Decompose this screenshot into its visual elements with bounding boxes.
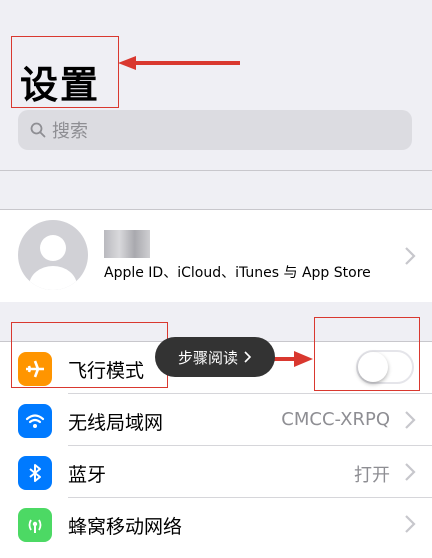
step-reading-tooltip[interactable]: 步骤阅读	[155, 337, 275, 377]
chevron-right-icon	[244, 351, 252, 363]
account-name-redacted	[104, 230, 150, 258]
search-bar[interactable]: 搜索	[18, 110, 412, 150]
list-item-wifi[interactable]: 无线局域网 CMCC-XRPQ	[0, 394, 432, 446]
chevron-right-icon	[405, 247, 416, 265]
annotation-box-toggle	[314, 317, 420, 391]
divider	[0, 170, 432, 171]
chevron-right-icon	[405, 515, 416, 533]
cellular-label: 蜂窝移动网络	[68, 516, 183, 538]
bluetooth-label: 蓝牙	[68, 464, 107, 486]
annotation-arrow-title	[118, 56, 240, 70]
chevron-right-icon	[405, 463, 416, 481]
apple-id-subtitle: Apple ID、iCloud、iTunes 与 App Store	[104, 265, 371, 281]
list-item-cellular[interactable]: 蜂窝移动网络	[0, 498, 432, 550]
cellular-icon	[18, 508, 52, 542]
wifi-icon	[18, 404, 52, 438]
tooltip-label: 步骤阅读	[177, 348, 238, 367]
search-placeholder: 搜索	[52, 121, 88, 142]
annotation-box-title	[11, 36, 119, 108]
wifi-label: 无线局域网	[68, 412, 164, 434]
bluetooth-icon	[18, 456, 52, 490]
apple-id-row[interactable]: Apple ID、iCloud、iTunes 与 App Store	[0, 210, 432, 302]
avatar	[18, 220, 88, 290]
chevron-right-icon	[405, 411, 416, 429]
annotation-arrow-toggle	[270, 351, 313, 367]
wifi-value: CMCC-XRPQ	[281, 409, 390, 430]
bluetooth-value: 打开	[354, 465, 390, 486]
list-item-bluetooth[interactable]: 蓝牙 打开	[0, 446, 432, 498]
annotation-box-airplane	[11, 322, 168, 388]
search-icon	[30, 122, 46, 138]
